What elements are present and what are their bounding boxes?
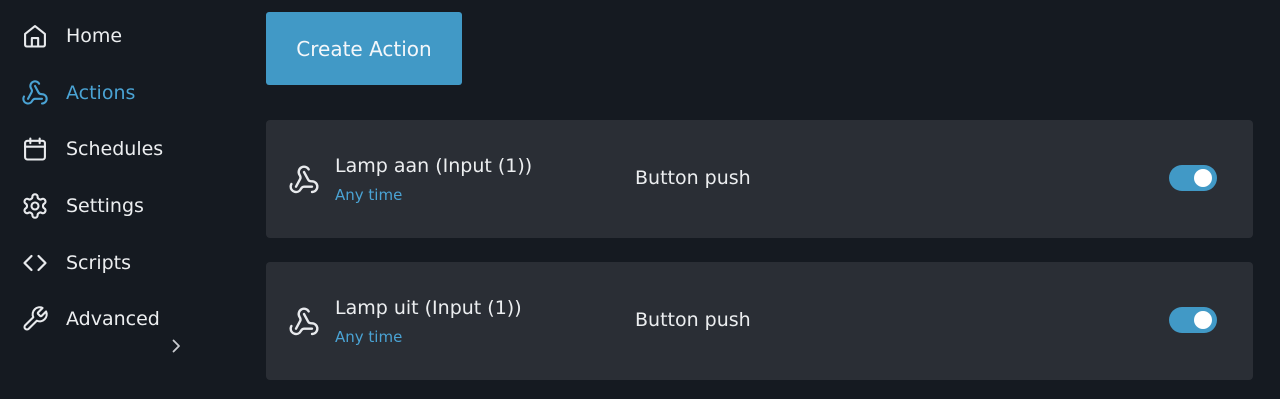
action-card[interactable]: Lamp aan (Input (1)) Any time Button pus…	[266, 120, 1253, 238]
sidebar-item-actions[interactable]: Actions	[20, 73, 135, 113]
action-trigger: Button push	[635, 167, 751, 189]
chevron-right-icon[interactable]	[166, 336, 186, 356]
sidebar-item-scripts[interactable]: Scripts	[20, 243, 131, 283]
action-card[interactable]: Lamp uit (Input (1)) Any time Button pus…	[266, 262, 1253, 380]
sidebar-item-label: Actions	[66, 82, 136, 104]
toggle-knob	[1194, 311, 1212, 329]
action-subtitle: Any time	[335, 328, 403, 346]
action-enabled-toggle[interactable]	[1169, 307, 1217, 333]
create-action-button[interactable]: Create Action	[266, 12, 462, 85]
action-subtitle: Any time	[335, 186, 403, 204]
action-enabled-toggle[interactable]	[1169, 165, 1217, 191]
sidebar: Home Actions Schedules Settings Scripts …	[0, 0, 240, 399]
sidebar-item-label: Advanced	[66, 308, 160, 330]
sidebar-item-schedules[interactable]: Schedules	[20, 129, 163, 169]
webhook-icon	[20, 78, 50, 108]
code-icon	[20, 248, 50, 278]
sidebar-item-settings[interactable]: Settings	[20, 186, 144, 226]
webhook-icon	[288, 164, 320, 196]
wrench-icon	[20, 304, 50, 334]
sidebar-item-label: Scripts	[66, 252, 132, 274]
sidebar-item-label: Home	[66, 25, 123, 47]
action-title: Lamp uit (Input (1))	[335, 297, 522, 319]
action-title: Lamp aan (Input (1))	[335, 155, 533, 177]
gear-icon	[20, 191, 50, 221]
sidebar-item-label: Schedules	[66, 138, 164, 160]
sidebar-item-advanced[interactable]: Advanced	[20, 299, 160, 339]
action-trigger: Button push	[635, 309, 751, 331]
sidebar-item-home[interactable]: Home	[20, 16, 122, 56]
sidebar-item-label: Settings	[66, 195, 144, 217]
toggle-knob	[1194, 169, 1212, 187]
webhook-icon	[288, 306, 320, 338]
calendar-icon	[20, 134, 50, 164]
home-icon	[20, 21, 50, 51]
